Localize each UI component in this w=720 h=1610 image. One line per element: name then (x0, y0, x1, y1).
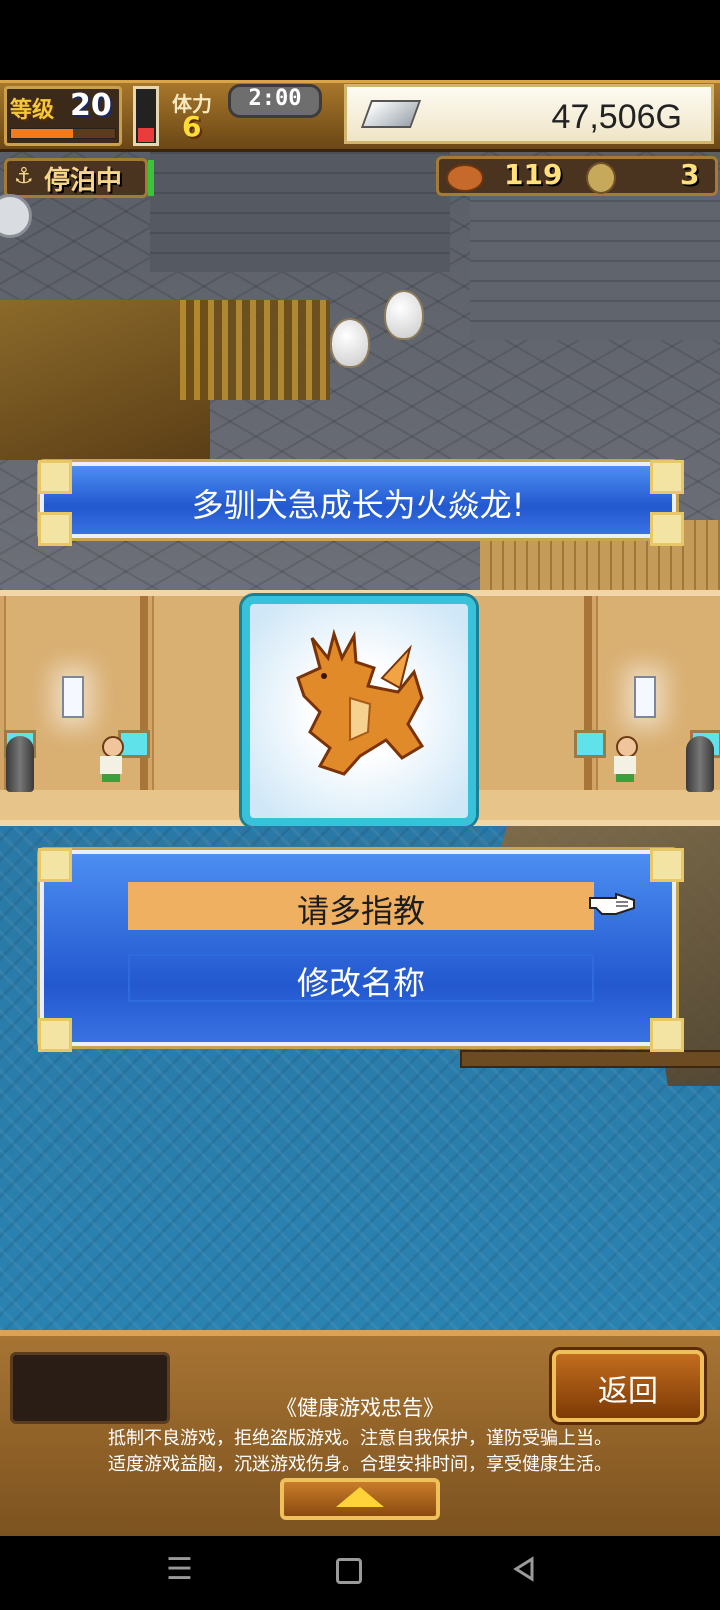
cannon-icon (6, 736, 34, 792)
pointing-hand-icon (589, 892, 635, 915)
menu-corner-ornament (650, 848, 684, 882)
home-icon[interactable] (336, 1558, 362, 1584)
level-progress-fill (11, 129, 73, 138)
banner-message: 多驯犬急成长为火焱龙! (191, 486, 525, 524)
medal-count: 3 (680, 158, 700, 191)
lamp-icon (634, 676, 656, 718)
farm-fence (180, 300, 330, 400)
up-arrow-icon (336, 1487, 384, 1507)
stamina-value: 6 (182, 110, 202, 143)
option-rename-label[interactable]: 修改名称 (128, 958, 594, 1004)
level-label: 等级 (10, 98, 55, 123)
crew-member-icon (96, 736, 126, 782)
town-buildings (0, 300, 210, 460)
stamina-gauge-fill (138, 128, 154, 142)
castle-wall-right (470, 190, 720, 340)
lamp-icon (62, 676, 84, 718)
berth-indicator (148, 160, 154, 196)
health-notice-line-1: 抵制不良游戏，拒绝盗版游戏。注意自我保护，谨防受骗上当。 (108, 1428, 612, 1449)
cannon-icon (686, 736, 714, 792)
menu-corner-ornament (650, 1018, 684, 1052)
crew-member-icon (610, 736, 640, 782)
egg-icon (330, 318, 370, 368)
food-icon (446, 164, 484, 192)
game-clock: 2:00 (248, 86, 302, 111)
money-amount: 47,506G (551, 98, 682, 136)
health-notice-title: 《健康游戏忠告》 (276, 1396, 444, 1420)
back-icon[interactable] (512, 1556, 536, 1582)
silver-ingot-icon (360, 100, 422, 128)
window-icon (574, 730, 606, 758)
medal-icon (586, 162, 616, 194)
fire-dragon-icon (296, 628, 425, 776)
berth-status-label: 停泊中 (44, 166, 123, 196)
option-please-guide-label[interactable]: 请多指教 (128, 886, 594, 932)
anchor-icon: ⚓ (14, 164, 34, 189)
castle-wall (150, 152, 450, 272)
food-count: 119 (504, 158, 563, 191)
ship-mast (460, 1050, 720, 1068)
menu-corner-ornament (38, 848, 72, 882)
menu-icon[interactable]: ☰ (166, 1552, 193, 1587)
menu-corner-ornament (38, 1018, 72, 1052)
level-value: 20 (70, 88, 112, 123)
health-notice-line-2: 适度游戏益脑，沉迷游戏伤身。合理安排时间，享受健康生活。 (108, 1454, 612, 1475)
egg-icon (384, 290, 424, 340)
choice-menu (40, 850, 676, 1046)
